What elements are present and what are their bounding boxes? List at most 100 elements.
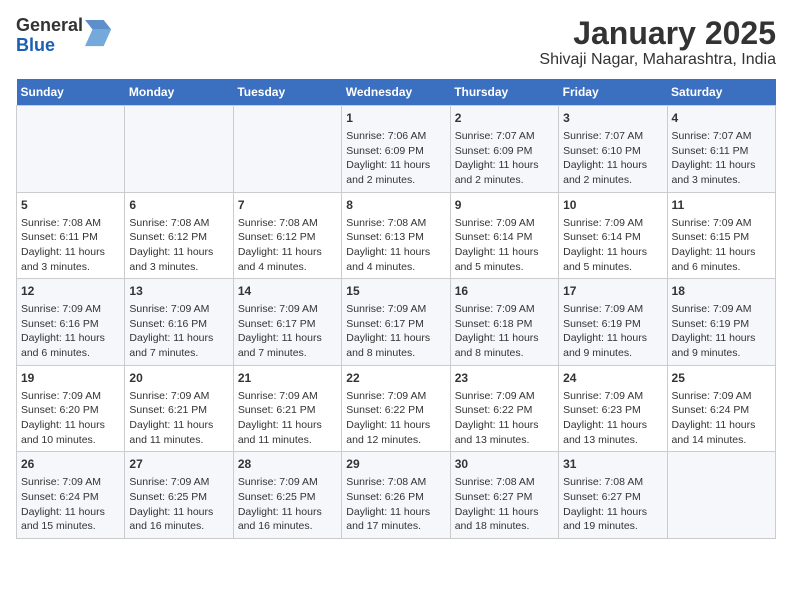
logo-blue: Blue — [16, 36, 83, 56]
logo-general: General — [16, 16, 83, 36]
calendar-cell: 21Sunrise: 7:09 AM Sunset: 6:21 PM Dayli… — [233, 365, 341, 452]
calendar-cell — [125, 106, 233, 193]
calendar-cell: 26 Sunrise: 7:09 AM Sunset: 6:24 PM Dayli… — [17, 452, 125, 539]
day-number: 8 — [346, 197, 445, 214]
logo-icon — [85, 20, 113, 48]
day-info: Sunrise: 7:08 AM Sunset: 6:12 PM Dayligh… — [129, 216, 228, 275]
calendar-cell: 8 Sunrise: 7:08 AM Sunset: 6:13 PM Daylig… — [342, 192, 450, 279]
logo: General Blue — [16, 16, 113, 56]
day-info: Sunrise: 7:09 AM Sunset: 6:14 PM Dayligh… — [455, 216, 554, 275]
day-number: 24 — [563, 370, 662, 387]
day-info: Sunrise: 7:09 AM Sunset: 6:21 PM Dayligh… — [129, 389, 228, 448]
day-number: 10 — [563, 197, 662, 214]
day-number: 4 — [672, 110, 771, 127]
day-number: 22 — [346, 370, 445, 387]
day-number: 18 — [672, 283, 771, 300]
day-info: Sunrise: 7:09 AM Sunset: 6:16 PM Dayligh… — [129, 302, 228, 361]
day-number: 14 — [238, 283, 337, 300]
calendar-cell: 22 Sunrise: 7:09 AM Sunset: 6:22 PM Dayli… — [342, 365, 450, 452]
day-number: 7 — [238, 197, 337, 214]
day-info: Sunrise: 7:08 AM Sunset: 6:13 PM Dayligh… — [346, 216, 445, 275]
day-info: Sunrise: 7:09 AM Sunset: 6:25 PM Dayligh… — [129, 475, 228, 534]
day-number: 2 — [455, 110, 554, 127]
calendar-cell: 20 Sunrise: 7:09 AM Sunset: 6:21 PM Dayli… — [125, 365, 233, 452]
calendar-cell — [667, 452, 775, 539]
calendar-cell: 17 Sunrise: 7:09 AM Sunset: 6:19 PM Dayli… — [559, 279, 667, 366]
page-header: General Blue January 2025 Shivaji Nagar,… — [16, 16, 776, 69]
calendar-table: SundayMondayTuesdayWednesdayThursdayFrid… — [16, 79, 776, 539]
weekday-header-friday: Friday — [559, 79, 667, 106]
calendar-cell: 10 Sunrise: 7:09 AM Sunset: 6:14 PM Dayli… — [559, 192, 667, 279]
day-info: Sunrise: 7:09 AM Sunset: 6:23 PM Dayligh… — [563, 389, 662, 448]
day-number: 20 — [129, 370, 228, 387]
day-number: 21 — [238, 370, 337, 387]
day-info: Sunrise: 7:07 AM Sunset: 6:11 PM Dayligh… — [672, 129, 771, 188]
day-number: 28 — [238, 456, 337, 473]
calendar-cell — [17, 106, 125, 193]
day-info: Sunrise: 7:09 AM Sunset: 6:19 PM Dayligh… — [563, 302, 662, 361]
calendar-cell: 12 Sunrise: 7:09 AM Sunset: 6:16 PM Dayli… — [17, 279, 125, 366]
day-number: 17 — [563, 283, 662, 300]
calendar-week-3: 12 Sunrise: 7:09 AM Sunset: 6:16 PM Dayli… — [17, 279, 776, 366]
day-number: 26 — [21, 456, 120, 473]
day-number: 6 — [129, 197, 228, 214]
calendar-cell: 24 Sunrise: 7:09 AM Sunset: 6:23 PM Dayli… — [559, 365, 667, 452]
day-info: Sunrise: 7:09 AM Sunset: 6:24 PM Dayligh… — [21, 475, 120, 534]
day-number: 25 — [672, 370, 771, 387]
day-number: 5 — [21, 197, 120, 214]
calendar-cell: 4 Sunrise: 7:07 AM Sunset: 6:11 PM Daylig… — [667, 106, 775, 193]
day-info: Sunrise: 7:09 AM Sunset: 6:22 PM Dayligh… — [346, 389, 445, 448]
day-info: Sunrise: 7:09 AM Sunset: 6:19 PM Dayligh… — [672, 302, 771, 361]
day-info: Sunrise: 7:09 AM Sunset: 6:15 PM Dayligh… — [672, 216, 771, 275]
day-number: 31 — [563, 456, 662, 473]
day-number: 27 — [129, 456, 228, 473]
calendar-cell: 11 Sunrise: 7:09 AM Sunset: 6:15 PM Dayli… — [667, 192, 775, 279]
calendar-cell: 30 Sunrise: 7:08 AM Sunset: 6:27 PM Dayli… — [450, 452, 558, 539]
weekday-header-row: SundayMondayTuesdayWednesdayThursdayFrid… — [17, 79, 776, 106]
day-number: 23 — [455, 370, 554, 387]
day-info: Sunrise: 7:08 AM Sunset: 6:27 PM Dayligh… — [563, 475, 662, 534]
day-number: 12 — [21, 283, 120, 300]
day-number: 1 — [346, 110, 445, 127]
weekday-header-sunday: Sunday — [17, 79, 125, 106]
calendar-cell: 1Sunrise: 7:06 AM Sunset: 6:09 PM Daylig… — [342, 106, 450, 193]
day-info: Sunrise: 7:09 AM Sunset: 6:22 PM Dayligh… — [455, 389, 554, 448]
day-info: Sunrise: 7:09 AM Sunset: 6:20 PM Dayligh… — [21, 389, 120, 448]
day-number: 30 — [455, 456, 554, 473]
day-info: Sunrise: 7:08 AM Sunset: 6:26 PM Dayligh… — [346, 475, 445, 534]
calendar-cell: 18 Sunrise: 7:09 AM Sunset: 6:19 PM Dayli… — [667, 279, 775, 366]
calendar-week-1: 1Sunrise: 7:06 AM Sunset: 6:09 PM Daylig… — [17, 106, 776, 193]
day-info: Sunrise: 7:08 AM Sunset: 6:11 PM Dayligh… — [21, 216, 120, 275]
calendar-cell: 3 Sunrise: 7:07 AM Sunset: 6:10 PM Daylig… — [559, 106, 667, 193]
day-number: 9 — [455, 197, 554, 214]
day-info: Sunrise: 7:09 AM Sunset: 6:16 PM Dayligh… — [21, 302, 120, 361]
calendar-week-4: 19 Sunrise: 7:09 AM Sunset: 6:20 PM Dayli… — [17, 365, 776, 452]
day-info: Sunrise: 7:08 AM Sunset: 6:27 PM Dayligh… — [455, 475, 554, 534]
day-number: 15 — [346, 283, 445, 300]
day-info: Sunrise: 7:07 AM Sunset: 6:10 PM Dayligh… — [563, 129, 662, 188]
weekday-header-wednesday: Wednesday — [342, 79, 450, 106]
weekday-header-monday: Monday — [125, 79, 233, 106]
calendar-title: January 2025 — [539, 16, 776, 51]
calendar-cell: 27 Sunrise: 7:09 AM Sunset: 6:25 PM Dayli… — [125, 452, 233, 539]
day-number: 11 — [672, 197, 771, 214]
day-info: Sunrise: 7:07 AM Sunset: 6:09 PM Dayligh… — [455, 129, 554, 188]
weekday-header-tuesday: Tuesday — [233, 79, 341, 106]
day-info: Sunrise: 7:09 AM Sunset: 6:17 PM Dayligh… — [346, 302, 445, 361]
calendar-cell: 19 Sunrise: 7:09 AM Sunset: 6:20 PM Dayli… — [17, 365, 125, 452]
day-number: 29 — [346, 456, 445, 473]
calendar-cell: 13Sunrise: 7:09 AM Sunset: 6:16 PM Dayli… — [125, 279, 233, 366]
calendar-cell: 31 Sunrise: 7:08 AM Sunset: 6:27 PM Dayli… — [559, 452, 667, 539]
day-number: 3 — [563, 110, 662, 127]
day-info: Sunrise: 7:09 AM Sunset: 6:25 PM Dayligh… — [238, 475, 337, 534]
calendar-week-5: 26 Sunrise: 7:09 AM Sunset: 6:24 PM Dayli… — [17, 452, 776, 539]
calendar-cell: 7Sunrise: 7:08 AM Sunset: 6:12 PM Daylig… — [233, 192, 341, 279]
calendar-cell — [233, 106, 341, 193]
weekday-header-saturday: Saturday — [667, 79, 775, 106]
day-info: Sunrise: 7:09 AM Sunset: 6:14 PM Dayligh… — [563, 216, 662, 275]
day-info: Sunrise: 7:09 AM Sunset: 6:18 PM Dayligh… — [455, 302, 554, 361]
calendar-subtitle: Shivaji Nagar, Maharashtra, India — [539, 51, 776, 69]
calendar-cell: 5 Sunrise: 7:08 AM Sunset: 6:11 PM Daylig… — [17, 192, 125, 279]
calendar-week-2: 5 Sunrise: 7:08 AM Sunset: 6:11 PM Daylig… — [17, 192, 776, 279]
day-number: 19 — [21, 370, 120, 387]
